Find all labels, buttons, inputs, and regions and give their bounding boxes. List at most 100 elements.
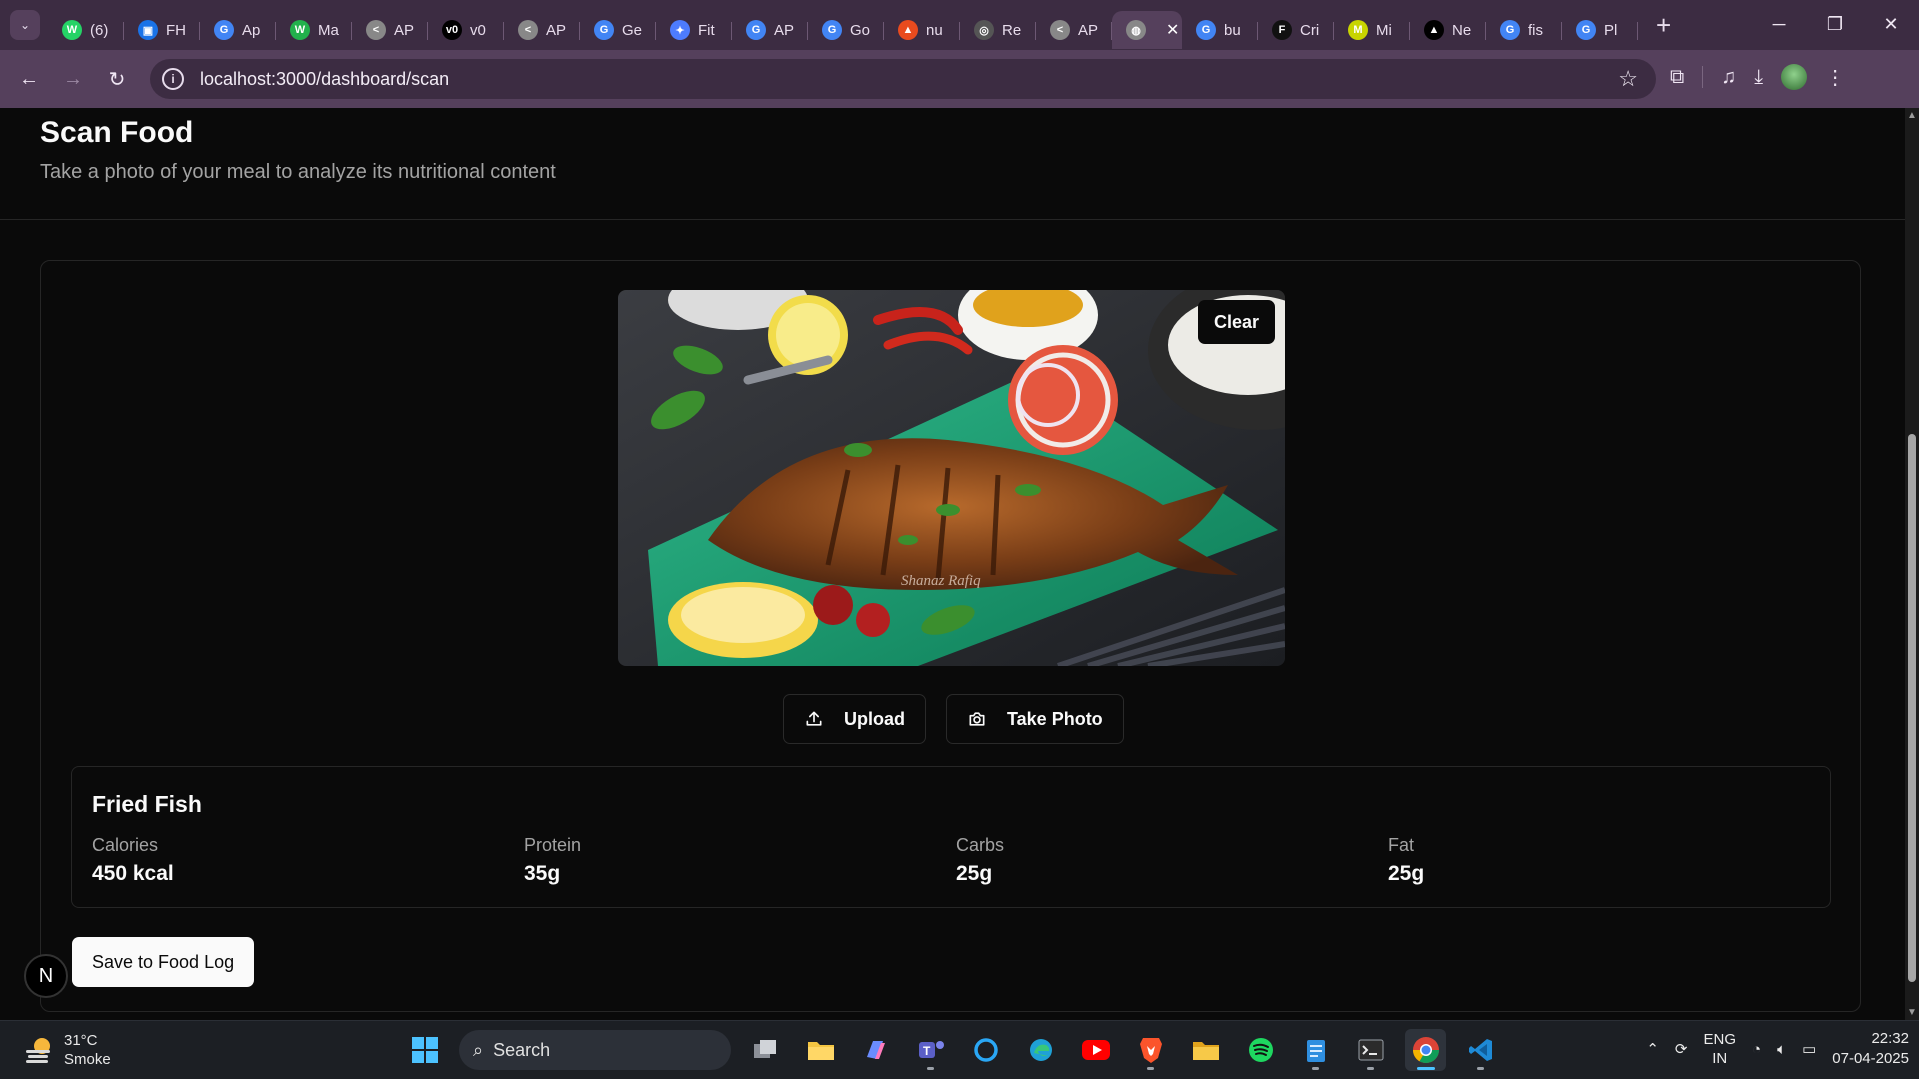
browser-tab[interactable]: Gbu	[1182, 11, 1258, 49]
browser-tab[interactable]: G AP	[732, 11, 808, 49]
teams-icon[interactable]: T	[910, 1029, 951, 1071]
tab-label: Pl	[1604, 21, 1618, 39]
browser-tab[interactable]: ▲ Ne	[1410, 11, 1486, 49]
browser-tab[interactable]: ▣ FH	[124, 11, 200, 49]
system-tray: ⌃ ⟳ ENG IN ◔ 🔈︎ ▭ 22:32 07-04-2025	[1646, 1029, 1909, 1069]
take-photo-button[interactable]: Take Photo	[946, 694, 1124, 744]
taskbar-search-label: Search	[493, 1039, 551, 1060]
new-tab-button[interactable]: +	[1656, 12, 1671, 38]
page-subtitle: Take a photo of your meal to analyze its…	[40, 161, 556, 183]
tab-label: bu	[1224, 21, 1241, 39]
copilot-icon[interactable]	[855, 1029, 896, 1071]
weather-smoke-icon	[26, 1038, 50, 1063]
upload-icon	[806, 711, 822, 726]
nutrition-result-card: Fried Fish Calories 450 kcal Protein 35g…	[71, 766, 1831, 908]
vscode-icon[interactable]	[1460, 1029, 1501, 1071]
volume-icon[interactable]: 🔈︎	[1777, 1041, 1786, 1058]
postman-icon: <	[1050, 20, 1070, 40]
start-button[interactable]	[404, 1029, 445, 1071]
clock-time: 22:32	[1871, 1030, 1909, 1047]
spotify-icon[interactable]	[1240, 1029, 1281, 1071]
bookmark-star-icon[interactable]: ☆	[1618, 66, 1638, 92]
browser-tab[interactable]: G Go	[808, 11, 884, 49]
tab-search-button[interactable]: ⌄	[10, 10, 40, 40]
tab-label: Go	[850, 21, 871, 39]
browser-tab[interactable]: ▲ nu	[884, 11, 960, 49]
flame-icon: ▲	[898, 20, 918, 40]
tab-label: Cri	[1300, 21, 1320, 39]
url-text[interactable]: localhost:3000/dashboard/scan	[200, 69, 449, 90]
file-explorer-icon[interactable]	[800, 1029, 841, 1071]
restore-icon[interactable]: ❐	[1807, 0, 1863, 48]
language-indicator[interactable]: ENG IN	[1703, 1030, 1736, 1068]
svg-text:T: T	[923, 1044, 931, 1058]
lang-region: IN	[1712, 1050, 1728, 1067]
download-icon[interactable]: ⤓	[1754, 66, 1763, 89]
upload-button[interactable]: Upload	[783, 694, 926, 744]
w-icon: W	[290, 20, 310, 40]
edge-icon[interactable]	[1020, 1029, 1061, 1071]
task-view-icon[interactable]	[745, 1029, 786, 1071]
nutrient-calories: Calories 450 kcal	[92, 835, 524, 886]
close-window-icon[interactable]: ✕	[1863, 0, 1919, 48]
brave-icon[interactable]	[1130, 1029, 1171, 1071]
tab-label: FH	[166, 21, 186, 39]
window-controls: ─ ❐ ✕	[1751, 0, 1919, 48]
site-info-icon[interactable]: i	[162, 68, 184, 90]
windows-taskbar: 31°C Smoke ⌕ Search T ⌃ ⟳ ENG IN ◔ 🔈︎ ▭ …	[0, 1020, 1919, 1079]
browser-tab[interactable]: < AP	[352, 11, 428, 49]
save-to-food-log-button[interactable]: Save to Food Log	[72, 937, 255, 987]
address-bar[interactable]: i localhost:3000/dashboard/scan ☆	[150, 59, 1656, 99]
browser-tab[interactable]: ◍ ✕	[1112, 11, 1182, 49]
battery-icon[interactable]: ▭	[1802, 1040, 1816, 1058]
terminal-icon[interactable]	[1350, 1029, 1391, 1071]
cortana-icon[interactable]	[965, 1029, 1006, 1071]
media-control-icon[interactable]: ♫	[1721, 66, 1736, 89]
clear-button[interactable]: Clear	[1197, 300, 1275, 344]
browser-tab[interactable]: W Ma	[276, 11, 352, 49]
scroll-down-arrow-icon[interactable]: ▼	[1907, 1007, 1917, 1018]
tab-close-icon[interactable]: ✕	[1166, 20, 1179, 40]
folder-icon[interactable]	[1185, 1029, 1226, 1071]
browser-tab[interactable]: G Ap	[200, 11, 276, 49]
browser-tab[interactable]: ✦ Fit	[656, 11, 732, 49]
fw-icon: F	[1272, 20, 1292, 40]
browser-tab[interactable]: F Cri	[1258, 11, 1334, 49]
scroll-thumb[interactable]	[1908, 434, 1916, 982]
browser-tab[interactable]: W (6)	[48, 11, 124, 49]
show-hidden-icons-chevron-icon[interactable]: ⌃	[1646, 1040, 1659, 1058]
reload-icon[interactable]: ↻	[102, 64, 132, 94]
browser-tab[interactable]: G Ge	[580, 11, 656, 49]
browser-tab[interactable]: G Pl	[1562, 11, 1638, 49]
menu-icon[interactable]: ⋮	[1825, 65, 1845, 90]
chevron-down-icon: ⌄	[19, 18, 31, 32]
nextjs-dev-badge[interactable]: N	[24, 954, 68, 998]
youtube-icon[interactable]	[1075, 1029, 1116, 1071]
chrome-icon[interactable]	[1405, 1029, 1446, 1071]
notepad-icon[interactable]	[1295, 1029, 1336, 1071]
weather-widget[interactable]: 31°C Smoke	[24, 1031, 111, 1069]
sync-icon[interactable]: ⟳	[1675, 1040, 1688, 1058]
tab-label: Re	[1002, 21, 1022, 39]
page-header: Scan Food Take a photo of your meal to a…	[0, 108, 1905, 220]
taskbar-search[interactable]: ⌕ Search	[459, 1030, 731, 1070]
browser-tab[interactable]: v0 v0	[428, 11, 504, 49]
back-icon[interactable]: ←	[14, 64, 44, 94]
camera-icon	[969, 712, 985, 726]
browser-tab[interactable]: ◎ Re	[960, 11, 1036, 49]
wifi-icon[interactable]: ◔	[1752, 1041, 1761, 1058]
browser-tab[interactable]: < AP	[1036, 11, 1112, 49]
browser-tab[interactable]: M Mi	[1334, 11, 1410, 49]
profile-avatar[interactable]	[1781, 64, 1808, 90]
scroll-up-arrow-icon[interactable]: ▲	[1907, 110, 1917, 121]
browser-tab[interactable]: < AP	[504, 11, 580, 49]
extensions-icon[interactable]: ⧉	[1670, 66, 1684, 89]
page-scrollbar[interactable]: ▲ ▼	[1905, 108, 1919, 1020]
browser-tab[interactable]: Gfis	[1486, 11, 1562, 49]
tab-label: AP	[546, 21, 567, 39]
forward-icon[interactable]: →	[58, 64, 88, 94]
minimize-icon[interactable]: ─	[1751, 0, 1807, 48]
nutrient-carbs: Carbs 25g	[956, 835, 1388, 886]
clock[interactable]: 22:32 07-04-2025	[1832, 1029, 1909, 1069]
google-icon: G	[214, 20, 234, 40]
